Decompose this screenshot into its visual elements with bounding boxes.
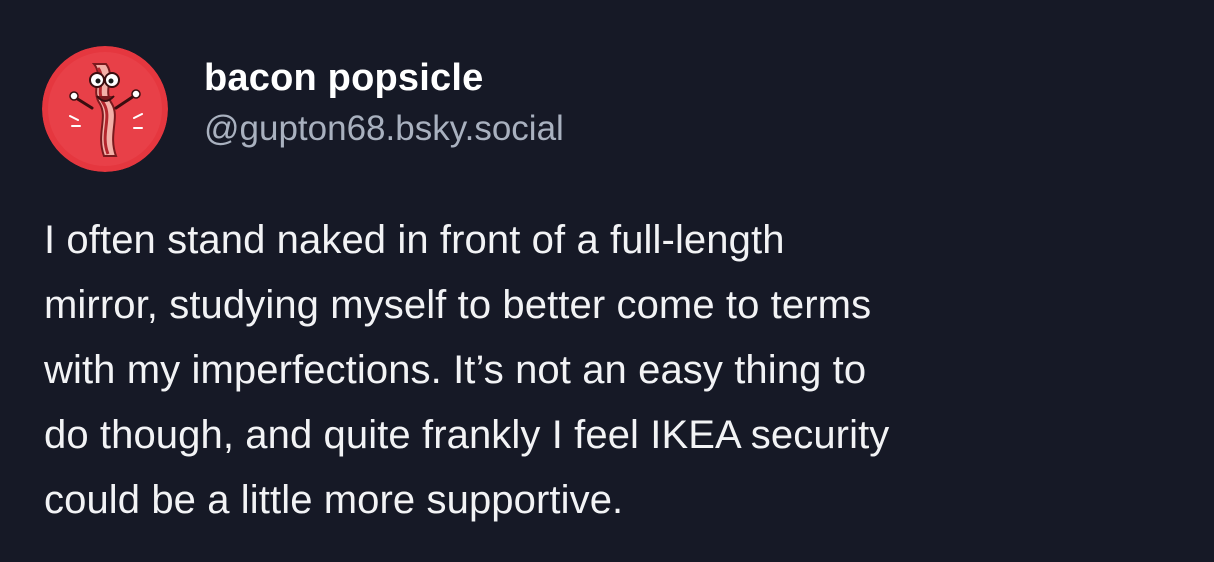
author-handle[interactable]: @gupton68.bsky.social [204, 107, 564, 151]
post-text: I often stand naked in front of a full-l… [44, 218, 890, 522]
bacon-character-avatar-icon [42, 46, 168, 172]
author-identity: bacon popsicle @gupton68.bsky.social [204, 55, 564, 151]
avatar[interactable] [42, 46, 168, 172]
post-card: bacon popsicle @gupton68.bsky.social I o… [0, 0, 1214, 562]
author-display-name[interactable]: bacon popsicle [204, 55, 564, 101]
post-header: bacon popsicle @gupton68.bsky.social [42, 45, 564, 173]
